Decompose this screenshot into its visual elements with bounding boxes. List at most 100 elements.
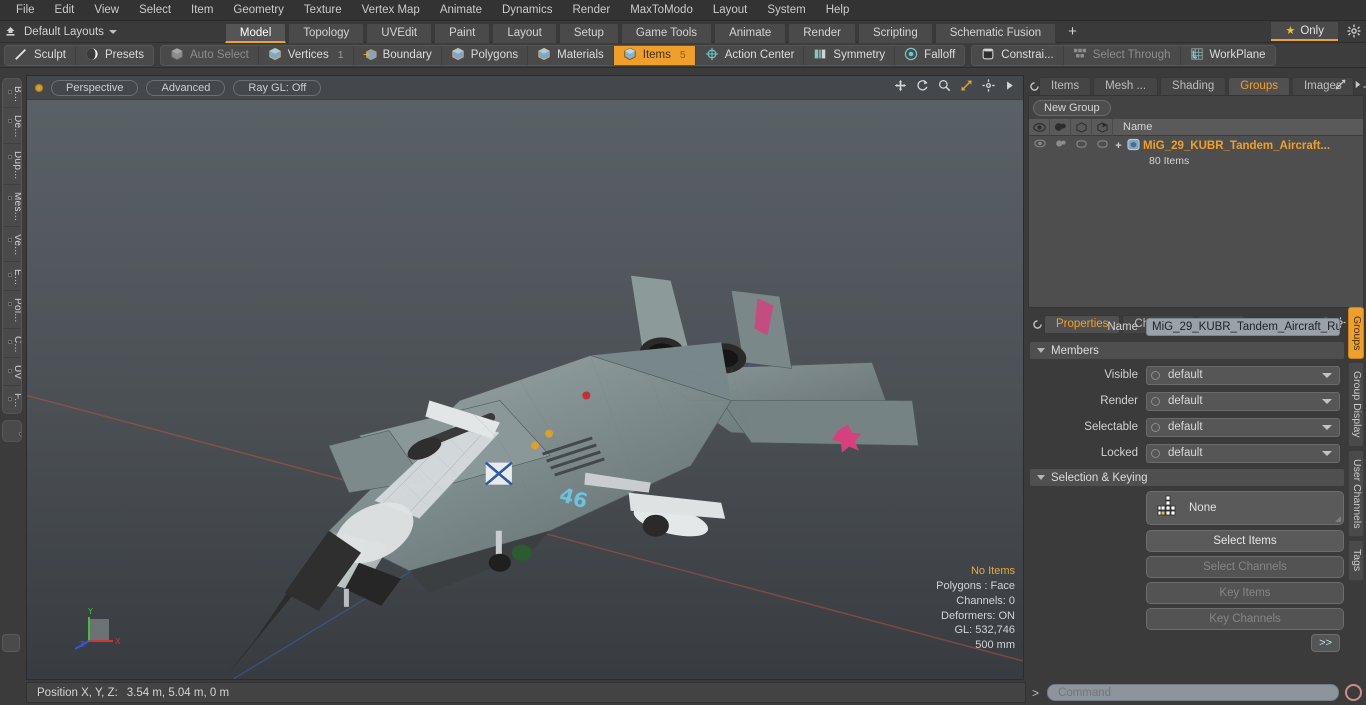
- viewport-raygl-button[interactable]: Ray GL: Off: [233, 79, 322, 96]
- item-tab-mesh-[interactable]: Mesh ...: [1093, 77, 1159, 95]
- row-shaded-toggle[interactable]: [1092, 136, 1113, 166]
- selection-set-none-button[interactable]: None: [1146, 491, 1344, 525]
- rotate-icon[interactable]: [916, 79, 929, 95]
- toolbar-button-falloff[interactable]: Falloff: [895, 46, 964, 65]
- toolbar-button-materials[interactable]: Materials: [528, 45, 614, 65]
- viewport-canvas[interactable]: 46: [27, 100, 1023, 679]
- new-group-button[interactable]: New Group: [1033, 100, 1111, 116]
- move-icon[interactable]: [894, 79, 907, 95]
- toolbar-button-polygons[interactable]: Polygons: [442, 45, 529, 65]
- menu-item-maxtomodo[interactable]: MaxToModo: [620, 0, 703, 21]
- side-tab-user-channels[interactable]: User Channels: [1348, 449, 1364, 538]
- left-rail-tab-7[interactable]: C...: [3, 329, 21, 359]
- layout-tab-layout[interactable]: Layout: [492, 22, 557, 43]
- menu-item-texture[interactable]: Texture: [294, 0, 352, 21]
- resize-corner-icon[interactable]: [1335, 516, 1341, 522]
- item-tab-items[interactable]: Items: [1039, 77, 1092, 95]
- col-wireframe-icon[interactable]: [1071, 118, 1092, 136]
- side-tab-tags[interactable]: Tags: [1348, 540, 1364, 581]
- group-list-row[interactable]: + MiG_29_KUBR_Tandem_Aircraft... 80 Items: [1029, 136, 1363, 167]
- col-render-icon[interactable]: [1050, 118, 1071, 136]
- layout-name[interactable]: Default Layouts: [20, 26, 125, 38]
- name-input[interactable]: MiG_29_KUBR_Tandem_Aircraft_Russ: [1146, 318, 1340, 336]
- toolbar-button-sculpt[interactable]: Sculpt: [5, 45, 76, 65]
- layout-tab-animate[interactable]: Animate: [714, 22, 787, 43]
- toolbar-button-action-center[interactable]: Action Center: [696, 45, 805, 65]
- menu-item-render[interactable]: Render: [562, 0, 620, 21]
- menu-item-animate[interactable]: Animate: [430, 0, 492, 21]
- toolbar-button-vertices[interactable]: Vertices 1: [259, 45, 354, 65]
- col-eye-icon[interactable]: [1029, 118, 1050, 136]
- toolbar-button-auto-select[interactable]: Auto Select: [161, 45, 259, 65]
- button-key-items[interactable]: Key Items: [1146, 582, 1344, 604]
- member-dropdown-render[interactable]: default: [1146, 391, 1340, 411]
- radio-icon[interactable]: [1147, 367, 1164, 384]
- left-rail-tab-5[interactable]: E...: [3, 262, 21, 292]
- menu-item-view[interactable]: View: [84, 0, 129, 21]
- button-key-channels[interactable]: Key Channels: [1146, 608, 1344, 630]
- selection-keying-section-header[interactable]: Selection & Keying: [1030, 469, 1344, 486]
- menu-item-dynamics[interactable]: Dynamics: [492, 0, 562, 21]
- toolbar-button-symmetry[interactable]: Symmetry: [804, 45, 896, 65]
- toolbar-button-boundary[interactable]: Boundary: [354, 45, 442, 65]
- layout-tab-render[interactable]: Render: [788, 22, 856, 43]
- left-rail-tab-4[interactable]: Ve...: [3, 227, 21, 262]
- add-layout-tab-button[interactable]: +: [1058, 23, 1087, 41]
- panel-pivot-icon[interactable]: [1030, 77, 1039, 95]
- layout-tab-scripting[interactable]: Scripting: [857, 22, 933, 43]
- expand-icon[interactable]: [1335, 79, 1346, 93]
- expander-icon[interactable]: +: [1113, 140, 1124, 152]
- menu-item-vertex-map[interactable]: Vertex Map: [352, 0, 430, 21]
- left-rail-tab-9[interactable]: F...: [3, 386, 21, 413]
- button-select-channels[interactable]: Select Channels: [1146, 556, 1344, 578]
- radio-icon[interactable]: [1147, 419, 1164, 436]
- left-rail-tab-2[interactable]: Dup...: [3, 144, 21, 186]
- only-toggle-button[interactable]: ★ Only: [1271, 22, 1338, 41]
- side-tab-group-display[interactable]: Group Display: [1348, 362, 1364, 447]
- left-rail-tab-1[interactable]: De...: [3, 108, 21, 144]
- menu-item-select[interactable]: Select: [129, 0, 181, 21]
- radio-icon[interactable]: [1147, 393, 1164, 410]
- layout-tab-model[interactable]: Model: [224, 22, 287, 43]
- layout-tab-paint[interactable]: Paint: [434, 22, 491, 43]
- viewport-shading-button[interactable]: Advanced: [146, 79, 226, 96]
- member-dropdown-locked[interactable]: default: [1146, 443, 1340, 463]
- layout-tab-setup[interactable]: Setup: [558, 22, 619, 43]
- left-rail-tab-0[interactable]: B...: [3, 79, 21, 109]
- menu-item-layout[interactable]: Layout: [703, 0, 758, 21]
- menu-item-system[interactable]: System: [757, 0, 815, 21]
- gear-icon[interactable]: [982, 79, 995, 95]
- panel-more-icon[interactable]: [1353, 80, 1362, 92]
- member-dropdown-selectable[interactable]: default: [1146, 417, 1340, 437]
- item-tab-shading[interactable]: Shading: [1160, 77, 1227, 95]
- menu-item-help[interactable]: Help: [816, 0, 860, 21]
- layout-tab-uvedit[interactable]: UVEdit: [366, 22, 433, 43]
- col-shaded-icon[interactable]: [1092, 118, 1113, 136]
- left-rail-extra-tab[interactable]: [3, 421, 21, 441]
- members-section-header[interactable]: Members: [1030, 342, 1344, 359]
- layout-settings-gear-icon[interactable]: [1347, 24, 1361, 41]
- item-tab-groups[interactable]: Groups: [1228, 77, 1290, 95]
- row-render-toggle[interactable]: [1050, 136, 1071, 166]
- menu-item-item[interactable]: Item: [181, 0, 223, 21]
- layout-tab-topology[interactable]: Topology: [288, 22, 365, 43]
- left-rail-tab-3[interactable]: Mes...: [3, 185, 21, 228]
- group-item[interactable]: + MiG_29_KUBR_Tandem_Aircraft...: [1113, 138, 1363, 154]
- record-icon[interactable]: [1345, 684, 1362, 701]
- home-layout-icon[interactable]: [0, 22, 20, 42]
- fit-icon[interactable]: [960, 79, 973, 95]
- more-options-button[interactable]: >>: [1311, 634, 1340, 652]
- toolbar-button-constrai[interactable]: Constrai...: [972, 45, 1064, 65]
- row-wireframe-toggle[interactable]: [1071, 136, 1092, 166]
- button-select-items[interactable]: Select Items: [1146, 530, 1344, 552]
- command-input[interactable]: [1047, 684, 1339, 701]
- group-list-empty-area[interactable]: [1029, 167, 1363, 307]
- menu-item-file[interactable]: File: [6, 0, 45, 21]
- layout-tab-game-tools[interactable]: Game Tools: [620, 22, 713, 43]
- play-icon[interactable]: [1004, 79, 1015, 95]
- toolbar-button-presets[interactable]: Presets: [76, 46, 153, 65]
- toolbar-button-workplane[interactable]: WorkPlane: [1181, 46, 1275, 65]
- row-eye-toggle[interactable]: [1029, 136, 1050, 166]
- radio-icon[interactable]: [1147, 445, 1164, 462]
- side-tab-groups[interactable]: Groups: [1348, 307, 1364, 360]
